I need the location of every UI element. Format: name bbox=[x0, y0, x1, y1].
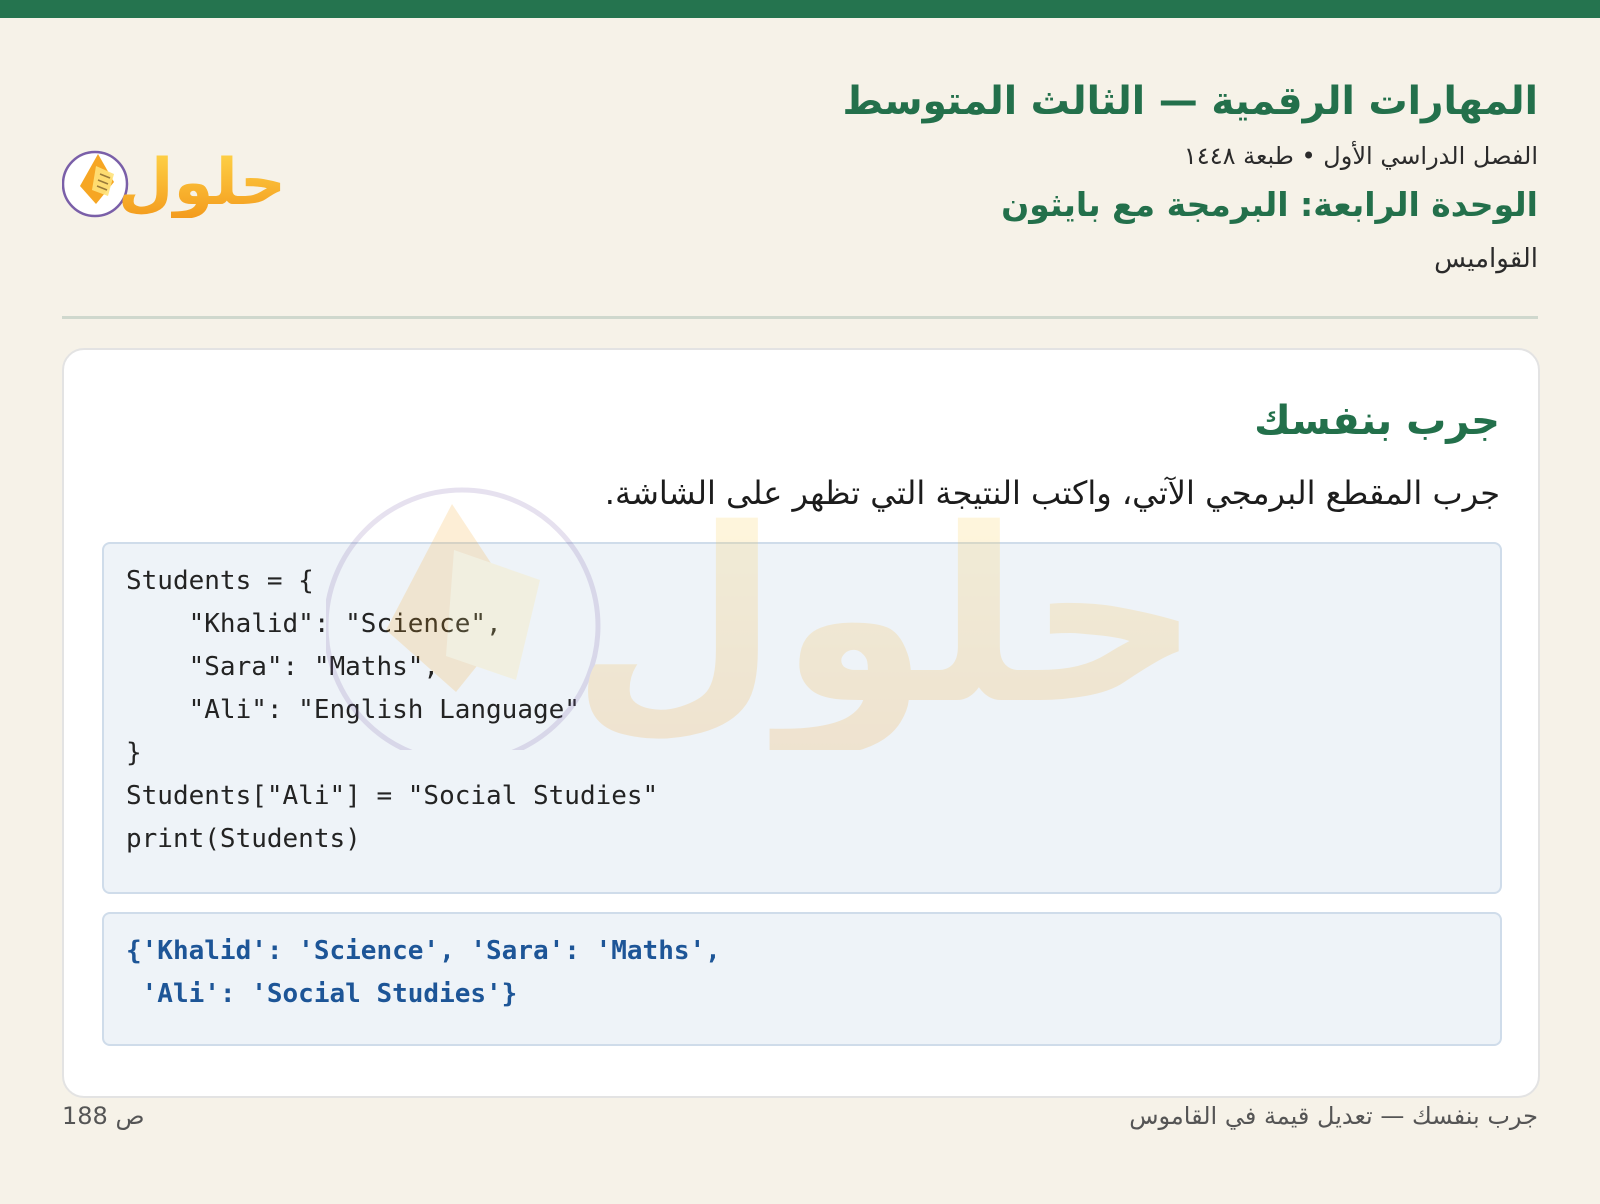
code-line: "Sara": "Maths", bbox=[126, 652, 440, 682]
hulul-logo: حلول bbox=[62, 146, 282, 218]
code-line: Students["Ali"] = "Social Studies" bbox=[126, 781, 659, 811]
page-number: ص 188 bbox=[62, 1102, 145, 1130]
top-accent-bar bbox=[0, 0, 1600, 18]
code-line: "Khalid": "Science", bbox=[126, 609, 502, 639]
code-line: print(Students) bbox=[126, 824, 361, 854]
code-block: Students = { "Khalid": "Science", "Sara"… bbox=[102, 542, 1502, 894]
code-line: Students = { bbox=[126, 566, 314, 596]
header-text-block: المهارات الرقمية — الثالث المتوسط الفصل … bbox=[842, 74, 1538, 286]
output-line: {'Khalid': 'Science', 'Sara': 'Maths', bbox=[126, 936, 721, 966]
output-line: 'Ali': 'Social Studies'} bbox=[126, 979, 518, 1009]
lesson-title: القواميس bbox=[1434, 244, 1538, 274]
card-title: جرب بنفسك bbox=[1254, 398, 1500, 444]
output-block: {'Khalid': 'Science', 'Sara': 'Maths', '… bbox=[102, 912, 1502, 1046]
semester-edition: الفصل الدراسي الأول • طبعة ١٤٤٨ bbox=[1183, 142, 1538, 170]
code-line: } bbox=[126, 738, 142, 768]
unit-title: الوحدة الرابعة: البرمجة مع بايثون bbox=[1001, 185, 1538, 224]
footer-caption: جرب بنفسك — تعديل قيمة في القاموس bbox=[1129, 1102, 1538, 1130]
try-yourself-card: جرب بنفسك جرب المقطع البرمجي الآتي، واكت… bbox=[62, 348, 1540, 1098]
code-line: "Ali": "English Language" bbox=[126, 695, 580, 725]
page-header: المهارات الرقمية — الثالث المتوسط الفصل … bbox=[62, 60, 1538, 318]
book-title: المهارات الرقمية — الثالث المتوسط bbox=[842, 79, 1538, 124]
logo-wordmark: حلول bbox=[118, 146, 282, 218]
header-divider bbox=[62, 316, 1538, 319]
instruction-text: جرب المقطع البرمجي الآتي، واكتب النتيجة … bbox=[604, 474, 1500, 512]
